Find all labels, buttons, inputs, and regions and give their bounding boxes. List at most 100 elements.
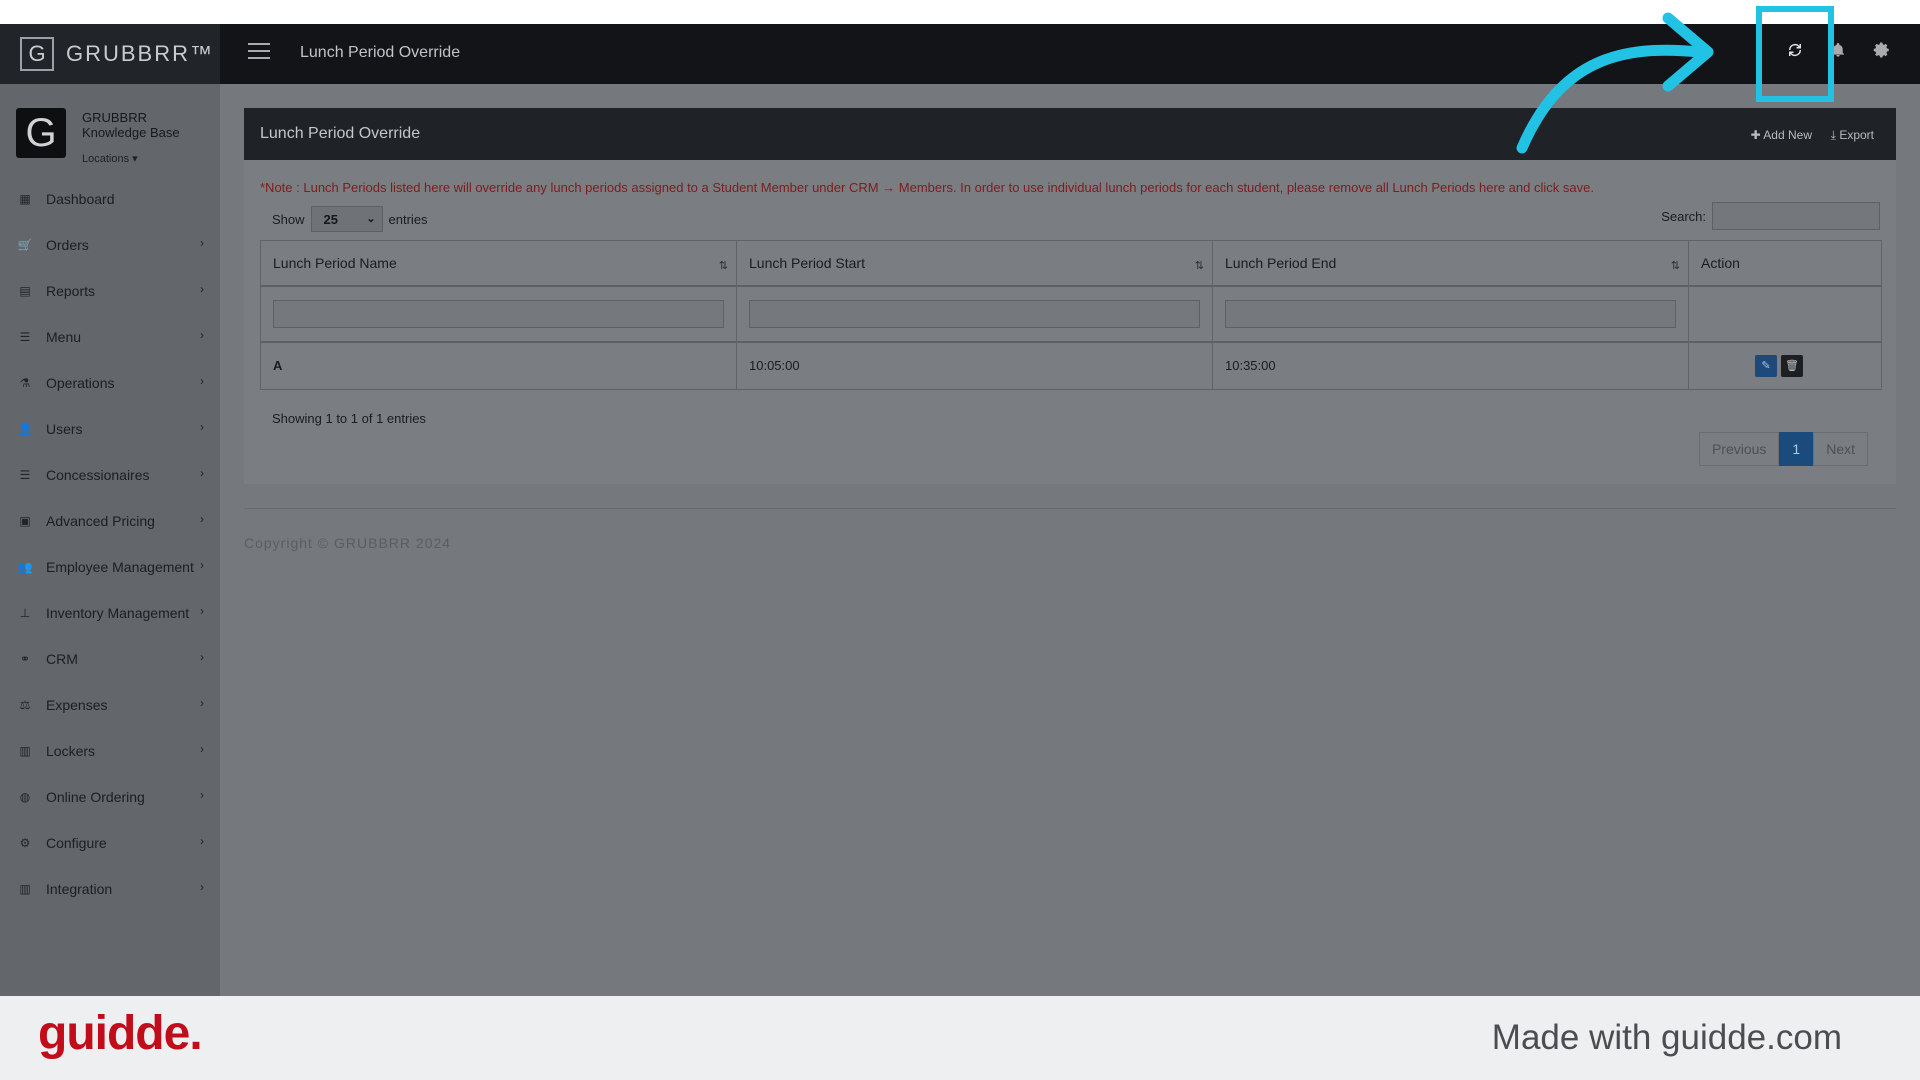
filter-cell	[1688, 284, 1882, 342]
flask-icon: ⚗	[19, 376, 31, 390]
filter-cell	[1212, 284, 1689, 342]
globe-icon: ◍	[19, 790, 31, 804]
page-size-select[interactable]: 25 ⌄	[310, 206, 383, 232]
sidebar-nav: ▦ Dashboard 🛒 Orders › ▤ Reports › ☰ Menu › ⚗ Operat…	[0, 176, 220, 912]
sidebar-item-label: Advanced Pricing	[46, 513, 155, 529]
chevron-right-icon: ›	[200, 604, 204, 618]
sidebar-item-label: Users	[46, 421, 83, 437]
sidebar-item-inventory-management[interactable]: ⊥ Inventory Management ›	[0, 590, 220, 636]
page-1-button[interactable]: 1	[1779, 432, 1814, 466]
chevron-right-icon: ›	[200, 420, 204, 434]
highlight-box	[1756, 6, 1834, 102]
start-filter-input[interactable]	[749, 299, 1200, 328]
sidebar-item-label: Dashboard	[46, 191, 115, 207]
sidebar-item-advanced-pricing[interactable]: ▣ Advanced Pricing ›	[0, 498, 220, 544]
search-control: Search:	[1661, 202, 1880, 230]
end-filter-input[interactable]	[1225, 299, 1676, 328]
sidebar-item-label: CRM	[46, 651, 78, 667]
org-name-line1: GRUBBRR	[82, 110, 148, 125]
sidebar-item-label: Expenses	[46, 697, 108, 713]
sidebar-item-menu[interactable]: ☰ Menu ›	[0, 314, 220, 360]
column-header[interactable]: Lunch Period Start ⇅	[736, 240, 1213, 286]
avatar: G	[16, 108, 66, 158]
edit-button[interactable]: ✎	[1755, 354, 1777, 377]
dashboard-icon: ▦	[19, 192, 31, 206]
action-cell: ✎ 🗑	[1688, 340, 1882, 390]
chevron-down-icon: ⌄	[366, 213, 376, 225]
lockers-icon: ▥	[19, 744, 31, 758]
sidebar-item-online-ordering[interactable]: ◍ Online Ordering ›	[0, 774, 220, 820]
next-page-button[interactable]: Next	[1813, 432, 1868, 466]
sidebar-item-orders[interactable]: 🛒 Orders ›	[0, 222, 220, 268]
plus-icon: ✚	[1750, 128, 1761, 142]
made-with-guidde-text: Made with guidde.com	[1491, 1018, 1842, 1057]
profile-block: G GRUBBRR Knowledge Base Locations ▾	[16, 108, 180, 165]
caret-down-icon: ▾	[132, 153, 138, 165]
search-label: Search:	[1661, 208, 1706, 224]
brand-name: GRUBBRR™	[66, 41, 215, 66]
lunch-period-end-cell: 10:35:00	[1212, 340, 1689, 390]
sidebar-item-concessionaires[interactable]: ☰ Concessionaires ›	[0, 452, 220, 498]
export-label: Export	[1839, 128, 1874, 142]
sitemap-icon: ⊥	[19, 606, 31, 620]
name-filter-input[interactable]	[273, 299, 724, 328]
table-header-row: Lunch Period Name ⇅ Lunch Period Start ⇅ L…	[260, 240, 1882, 286]
column-header[interactable]: Lunch Period End ⇅	[1212, 240, 1689, 286]
link-icon: ⚭	[19, 652, 31, 666]
sidebar-item-users[interactable]: 👤 Users ›	[0, 406, 220, 452]
sidebar-item-label: Operations	[46, 375, 115, 391]
sidebar-item-crm[interactable]: ⚭ CRM ›	[0, 636, 220, 682]
chevron-right-icon: ›	[200, 236, 204, 250]
search-input[interactable]	[1712, 202, 1880, 230]
sidebar-item-integration[interactable]: ▥ Integration ›	[0, 866, 220, 912]
brand-logo-icon: G	[20, 37, 54, 71]
users-icon: 👥	[17, 560, 33, 574]
download-icon: ⤓	[1830, 128, 1836, 142]
filter-cell	[260, 284, 737, 342]
sidebar-item-configure[interactable]: ⚙ Configure ›	[0, 820, 220, 866]
sidebar-item-operations[interactable]: ⚗ Operations ›	[0, 360, 220, 406]
sidebar-item-label: Menu	[46, 329, 82, 345]
chevron-right-icon: ›	[200, 512, 204, 526]
delete-button[interactable]: 🗑	[1781, 354, 1803, 377]
sidebar-item-employee-management[interactable]: 👥 Employee Management ›	[0, 544, 220, 590]
sidebar-item-label: Integration	[46, 881, 113, 897]
locations-dropdown[interactable]: Locations ▾	[82, 152, 138, 165]
integration-icon: ▥	[19, 882, 31, 896]
file-icon: ▤	[19, 284, 31, 298]
chevron-right-icon: ›	[200, 282, 204, 296]
menu-toggle-icon[interactable]	[248, 43, 270, 63]
gear-icon[interactable]	[1873, 41, 1891, 64]
panel-title: Lunch Period Override	[260, 125, 421, 142]
screen: G GRUBBRR™ Lunch Period Override G GRUBB…	[0, 0, 1920, 1080]
lunch-period-panel: Lunch Period Override ✚ Add New ⤓ Export…	[244, 108, 1896, 484]
chevron-right-icon: ›	[200, 466, 204, 480]
sort-icon: ⇅	[1194, 260, 1204, 272]
org-name-line2: Knowledge Base	[82, 125, 180, 140]
chevron-right-icon: ›	[200, 742, 204, 756]
column-header[interactable]: Lunch Period Name ⇅	[260, 240, 737, 286]
scale-icon: ⚖	[19, 698, 31, 712]
chevron-right-icon: ›	[200, 834, 204, 848]
guidde-footer: guidde. Made with guidde.com	[0, 996, 1920, 1080]
page-size-control: Show 25 ⌄ entries	[272, 206, 428, 232]
entries-label: entries	[388, 211, 428, 227]
sidebar-item-expenses[interactable]: ⚖ Expenses ›	[0, 682, 220, 728]
footer-divider	[244, 508, 1896, 509]
export-button[interactable]: ⤓ Export	[1831, 128, 1874, 143]
sidebar-item-label: Orders	[46, 237, 89, 253]
panel-header: Lunch Period Override ✚ Add New ⤓ Export	[244, 108, 1896, 160]
pencil-icon: ✎	[1761, 360, 1771, 373]
sidebar-item-label: Inventory Management	[46, 605, 190, 621]
chevron-right-icon: ›	[200, 650, 204, 664]
chevron-right-icon: ›	[200, 696, 204, 710]
copyright-text: Copyright © GRUBBRR 2024	[244, 535, 452, 551]
brand-area[interactable]: G GRUBBRR™	[0, 24, 220, 84]
lunch-period-name-cell: A	[260, 340, 737, 390]
sidebar-item-lockers[interactable]: ▥ Lockers ›	[0, 728, 220, 774]
previous-page-button[interactable]: Previous	[1698, 432, 1780, 466]
add-new-button[interactable]: ✚ Add New	[1751, 128, 1812, 142]
chevron-right-icon: ›	[200, 328, 204, 342]
sidebar-item-dashboard[interactable]: ▦ Dashboard	[0, 176, 220, 222]
sidebar-item-reports[interactable]: ▤ Reports ›	[0, 268, 220, 314]
